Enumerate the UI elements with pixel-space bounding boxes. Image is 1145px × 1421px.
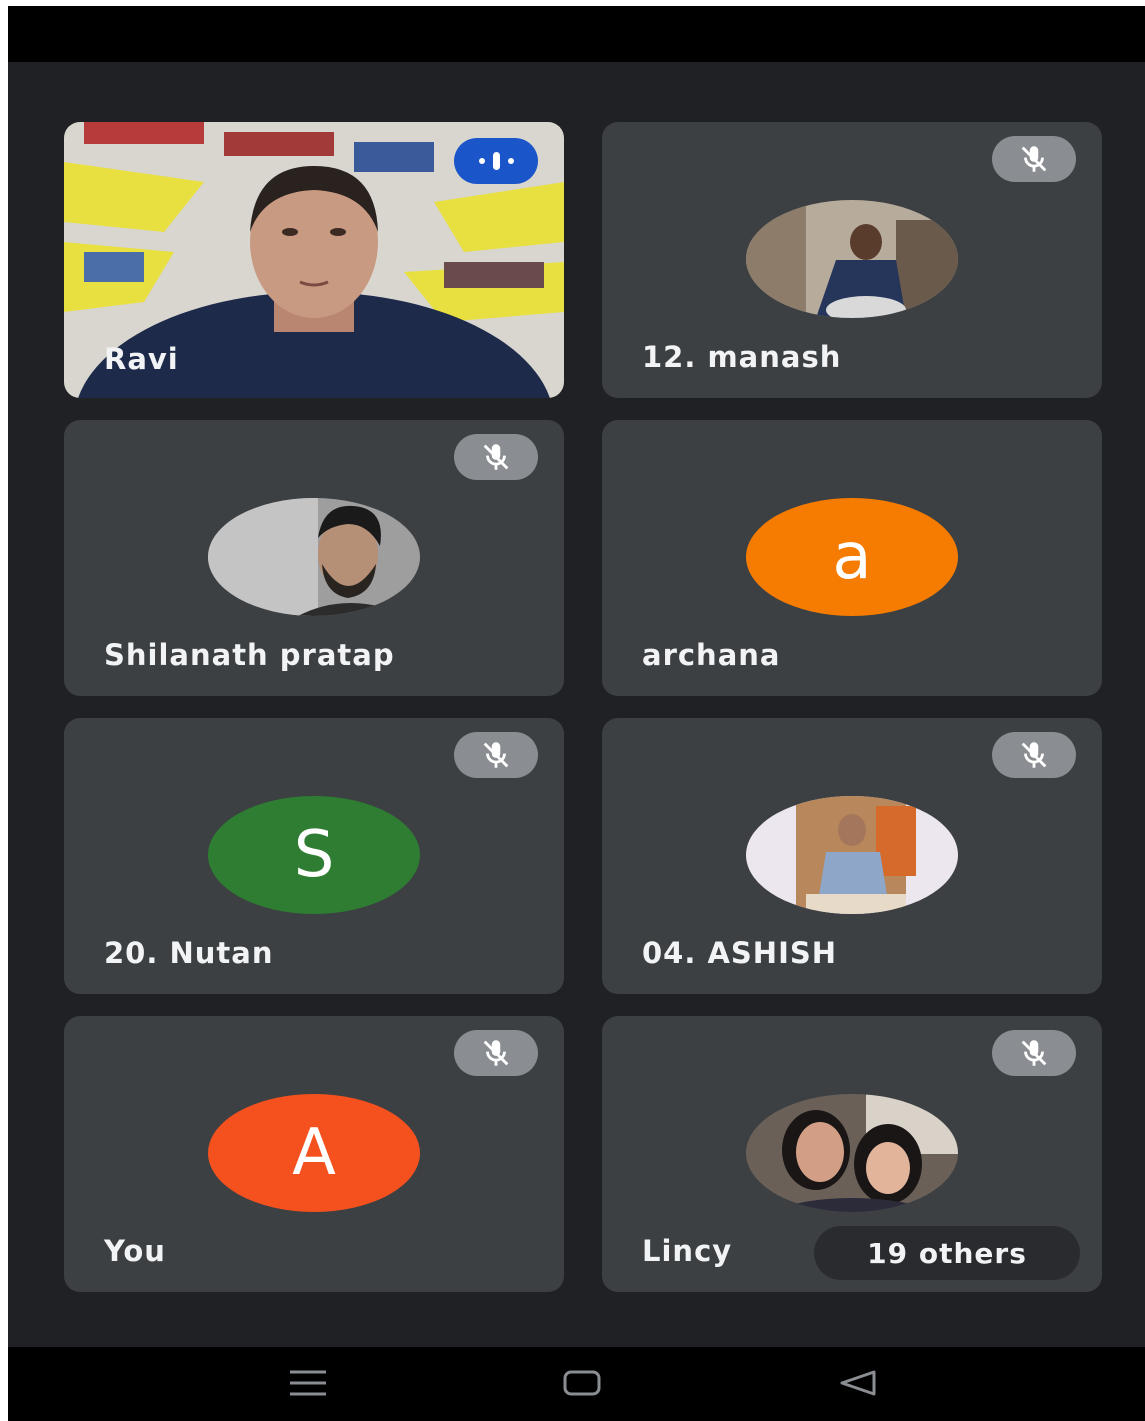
mic-off-icon (454, 434, 538, 480)
participant-name: 04. ASHISH (642, 936, 838, 970)
participant-name: Ravi (104, 342, 179, 376)
status-bar (8, 6, 1145, 62)
home-icon[interactable] (560, 1365, 604, 1401)
participant-tile-manash[interactable]: 12. manash (602, 122, 1102, 398)
avatar (208, 498, 420, 616)
participant-name: 12. manash (642, 340, 842, 374)
menu-icon[interactable] (286, 1365, 330, 1401)
back-icon[interactable] (836, 1365, 880, 1401)
avatar (746, 1094, 958, 1212)
avatar: S (208, 796, 420, 914)
mic-off-icon (992, 732, 1076, 778)
participant-name: archana (642, 638, 781, 672)
participant-tile-shilanath[interactable]: Shilanath pratap (64, 420, 564, 696)
participant-tile-lincy[interactable]: Lincy 19 others (602, 1016, 1102, 1292)
mic-off-icon (992, 1030, 1076, 1076)
participant-tile-ashish[interactable]: 04. ASHISH (602, 718, 1102, 994)
participant-tile-nutan[interactable]: S 20. Nutan (64, 718, 564, 994)
audio-level-icon (454, 138, 538, 184)
avatar: A (208, 1094, 420, 1212)
mic-off-icon (454, 1030, 538, 1076)
avatar (746, 200, 958, 318)
participant-name: Lincy (642, 1234, 733, 1268)
others-count-chip[interactable]: 19 others (814, 1226, 1080, 1280)
participant-tile-archana[interactable]: a archana (602, 420, 1102, 696)
avatar (746, 796, 958, 914)
mic-off-icon (992, 136, 1076, 182)
mic-off-icon (454, 732, 538, 778)
participant-tile-you[interactable]: A You (64, 1016, 564, 1292)
participant-name: 20. Nutan (104, 936, 274, 970)
participant-name: You (104, 1234, 166, 1268)
participant-tile-ravi[interactable]: Ravi (64, 122, 564, 398)
participant-name: Shilanath pratap (104, 638, 395, 672)
system-nav-bar (8, 1347, 1145, 1421)
meet-screen: Ravi 12. manash Shilanath pratap a archa… (8, 6, 1145, 1421)
avatar: a (746, 498, 958, 616)
